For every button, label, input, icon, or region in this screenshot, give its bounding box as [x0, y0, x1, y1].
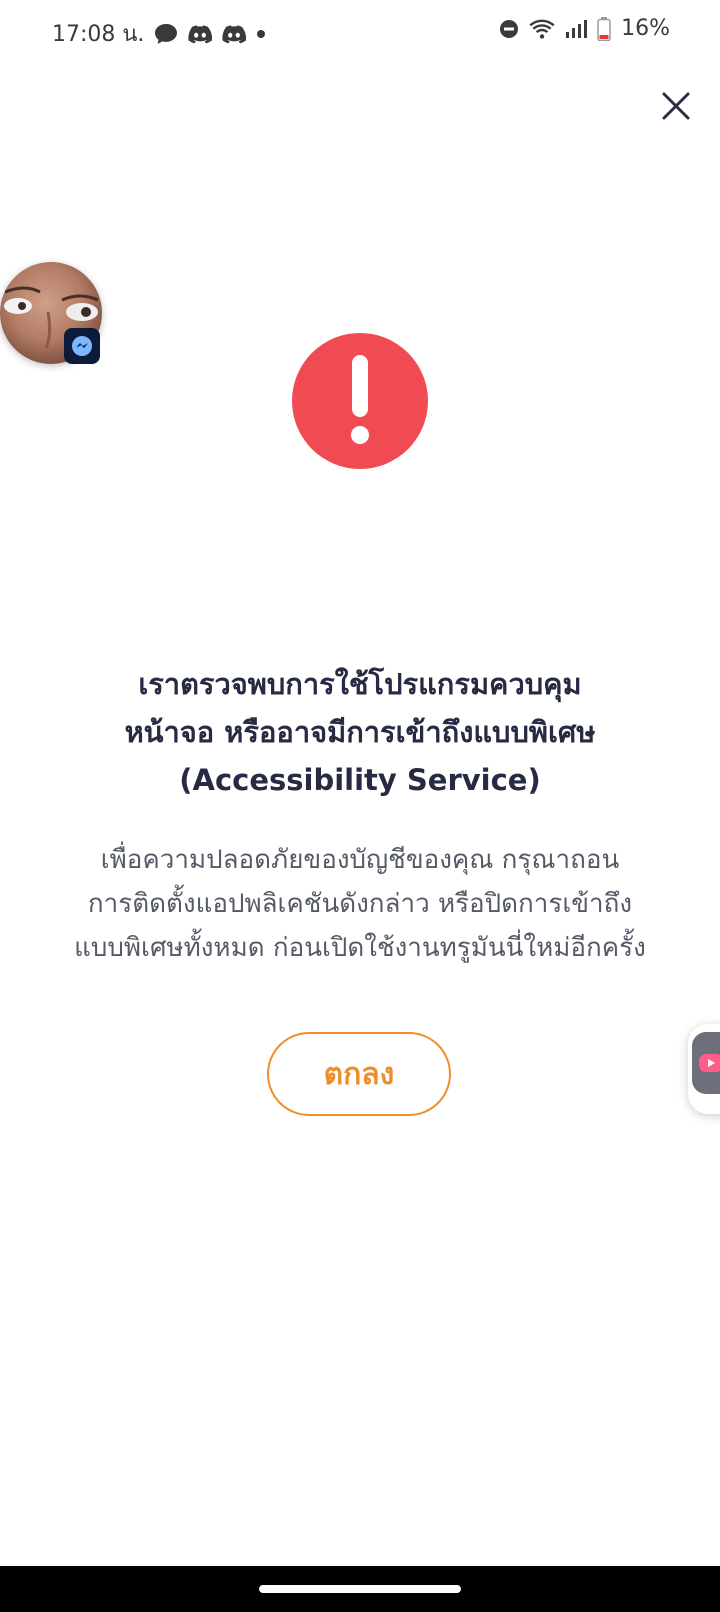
- description-line: แบบพิเศษทั้งหมด ก่อนเปิดใช้งานทรูมันนี่ใ…: [74, 933, 646, 963]
- close-icon: [662, 92, 690, 120]
- battery-low-icon: [597, 16, 611, 41]
- messenger-chat-head[interactable]: [0, 262, 102, 364]
- ok-button[interactable]: ตกลง: [267, 1032, 451, 1116]
- title-line: เราตรวจพบการใช้โปรแกรมควบคุม: [138, 667, 582, 701]
- do-not-disturb-icon: [499, 19, 519, 39]
- dialog-description: เพื่อความปลอดภัยของบัญชีของคุณ กรุณาถอน …: [30, 838, 690, 970]
- navigation-bar: [0, 1566, 720, 1612]
- title-line: หน้าจอ หรืออาจมีการเข้าถึงแบบพิเศษ: [124, 715, 596, 749]
- status-time: 17:08 น.: [52, 22, 145, 47]
- discord-icon: [188, 24, 213, 44]
- discord-icon: [222, 24, 247, 44]
- dialog-title: เราตรวจพบการใช้โปรแกรมควบคุม หน้าจอ หรือ…: [40, 660, 680, 804]
- description-line: การติดตั้งแอปพลิเคชันดังกล่าว หรือปิดการ…: [87, 889, 633, 919]
- chat-bubble-icon: [154, 23, 178, 45]
- edge-floating-widget[interactable]: [688, 1024, 720, 1114]
- title-line: (Accessibility Service): [179, 763, 541, 797]
- messenger-icon: [64, 328, 100, 364]
- dot-icon: [256, 29, 266, 39]
- status-left: 17:08 น.: [52, 16, 266, 51]
- status-bar: 17:08 น. 16%: [0, 0, 720, 64]
- close-button[interactable]: [656, 86, 696, 126]
- exclamation-icon: [292, 333, 428, 469]
- wifi-icon: [529, 18, 555, 40]
- battery-percent: 16%: [621, 16, 670, 41]
- description-line: เพื่อความปลอดภัยของบัญชีของคุณ กรุณาถอน: [100, 845, 620, 875]
- status-right: 16%: [499, 16, 670, 41]
- video-icon: [692, 1032, 720, 1094]
- home-gesture-handle[interactable]: [259, 1585, 461, 1593]
- signal-icon: [565, 19, 588, 39]
